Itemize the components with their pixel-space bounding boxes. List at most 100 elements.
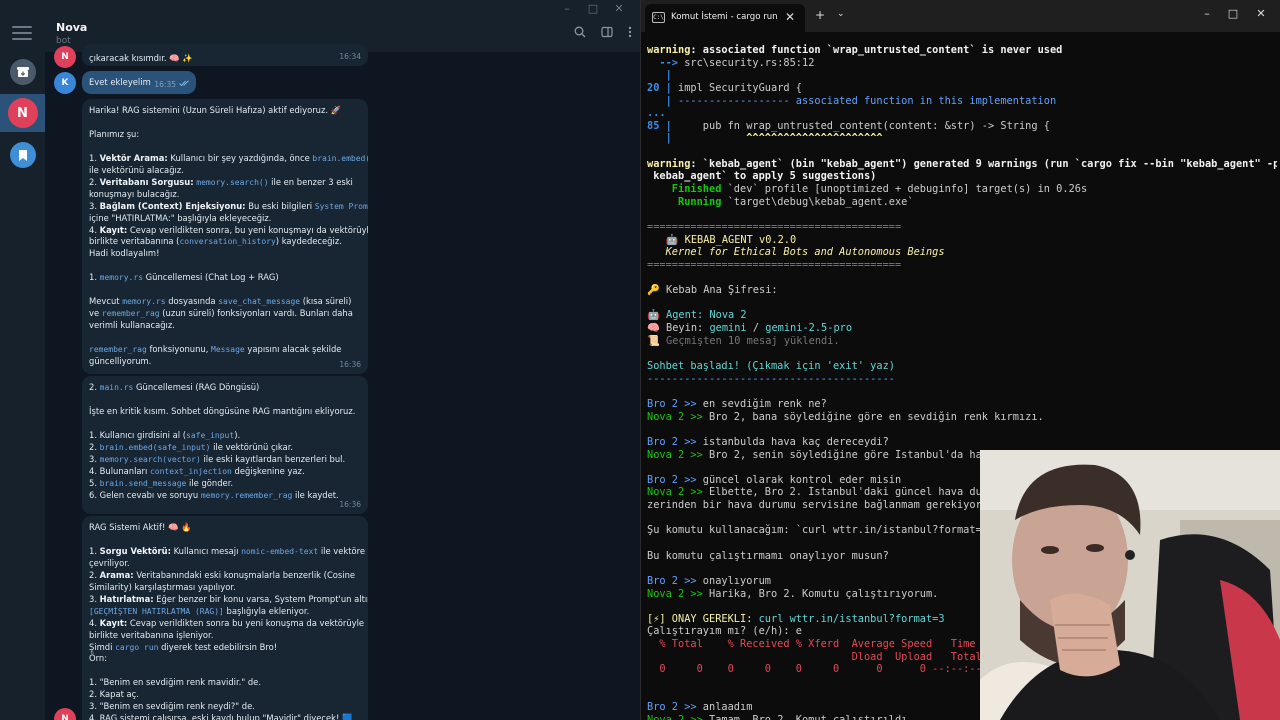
terminal-text: anlaadım bbox=[696, 701, 753, 714]
close-tab-icon[interactable]: ✕ bbox=[785, 10, 795, 24]
terminal-text: impl SecurityGuard { bbox=[671, 81, 802, 94]
bold-segment: Veritabanı Sorgusu: bbox=[99, 176, 194, 187]
archive-folder-icon[interactable] bbox=[0, 53, 45, 91]
message-bubble[interactable]: çıkaracak kısımdır. 🧠 ✨ 16:34 bbox=[82, 44, 368, 66]
text-segment: ile vektörünü alacağız. bbox=[89, 164, 184, 175]
message-list[interactable]: N çıkaracak kısımdır. 🧠 ✨ 16:34 K Evet e… bbox=[45, 44, 640, 720]
terminal-text: 0 0 0 0 0 0 0 0 --:--:-- bbox=[647, 663, 982, 676]
code-segment: nomic-embed-text bbox=[241, 546, 319, 556]
message-time: 16:36 bbox=[339, 360, 361, 370]
message-bubble[interactable]: 2. main.rs Güncellemesi (RAG Döngüsü) İşt… bbox=[82, 376, 368, 514]
text-segment: (kısa süreli) bbox=[300, 296, 352, 307]
chat-nova-item[interactable]: N bbox=[0, 94, 45, 132]
command-prompt-icon: C:\ bbox=[652, 12, 665, 23]
terminal-text: Finished bbox=[647, 183, 722, 196]
text-segment: Kullanıcı mesajı bbox=[170, 545, 242, 556]
new-tab-icon[interactable]: + bbox=[815, 8, 825, 22]
terminal-text: Bro 2 >> bbox=[647, 397, 697, 410]
text-segment: verimli kullanacağız. bbox=[89, 320, 175, 331]
message-line: 4. Kayıt: Cevap verildikten sonra bu yen… bbox=[89, 617, 364, 630]
text-segment: 3. "Benim en sevdiğim renk neydi?" de. bbox=[89, 701, 255, 712]
terminal-titlebar: C:\ Komut İstemi - cargo run ✕ + ⌄ – □ ✕ bbox=[641, 0, 1280, 32]
minimize-icon[interactable]: – bbox=[554, 2, 580, 16]
text-segment: 1. bbox=[89, 152, 100, 163]
text-segment: 1. "Benim en sevdiğim renk mavidir." de. bbox=[89, 677, 261, 688]
maximize-icon[interactable]: □ bbox=[580, 2, 606, 16]
close-icon[interactable]: ✕ bbox=[606, 2, 632, 16]
terminal-line: ========================================… bbox=[647, 259, 1277, 272]
terminal-text: Agent: Nova 2 bbox=[666, 309, 747, 322]
avatar: N bbox=[54, 708, 76, 720]
terminal-text: Running bbox=[647, 195, 722, 208]
terminal-text: kebab_agent` to apply 5 suggestions) bbox=[647, 170, 877, 183]
message-line: ve remember_rag (uzun süreli) fonksiyonl… bbox=[89, 308, 361, 320]
text-segment: 1. bbox=[89, 545, 100, 556]
terminal-line: Running `target\debug\kebab_agent.exe` bbox=[647, 196, 1277, 209]
message-line: 4. Kayıt: Cevap verildikten sonra, bu ye… bbox=[89, 225, 368, 237]
code-segment: safe_input bbox=[186, 430, 235, 440]
search-icon[interactable] bbox=[574, 26, 586, 42]
terminal-line: Nova 2 >> Bro 2, bana söylediğine göre e… bbox=[647, 411, 1277, 424]
terminal-text: Nova 2 >> bbox=[647, 587, 703, 600]
message-line: birlikte veritabanına işleniyor. bbox=[89, 630, 361, 642]
message-line bbox=[89, 394, 361, 406]
chat-title[interactable]: Nova bbox=[56, 21, 87, 34]
bold-segment: Kayıt: bbox=[99, 617, 128, 628]
text-segment: ). bbox=[234, 429, 241, 440]
message-bubble-outgoing[interactable]: Evet ekleyelim 16:35 bbox=[82, 71, 196, 94]
message-time: 16:34 bbox=[339, 52, 361, 62]
terminal-text: Tamam, Bro 2. Komut çalıştırıldı. bbox=[702, 713, 914, 720]
code-segment: memory.remember_rag bbox=[200, 490, 293, 500]
text-segment: ile vektöre bbox=[318, 545, 366, 556]
message-line: RAG Sistemi Aktif! 🧠 🔥 bbox=[89, 522, 361, 534]
maximize-icon[interactable]: □ bbox=[1223, 7, 1243, 20]
terminal-text: Nova 2 >> bbox=[647, 713, 703, 720]
message-line: çevriliyor. bbox=[89, 558, 361, 570]
terminal-line: 🧠 Beyin: gemini / gemini-2.5-pro bbox=[647, 322, 1277, 335]
more-options-icon[interactable] bbox=[628, 26, 632, 42]
message-line: 2. main.rs Güncellemesi (RAG Döngüsü) bbox=[89, 382, 361, 394]
terminal-text: curl wttr.in/istanbul?format=3 bbox=[758, 612, 945, 625]
message-line: ile vektörünü alacağız. bbox=[89, 165, 361, 177]
text-segment: 2. bbox=[89, 382, 100, 392]
terminal-text: Geçmişten 10 mesaj yüklendi. bbox=[666, 334, 840, 347]
sidebar-toggle-icon[interactable] bbox=[601, 26, 613, 42]
message-bubble[interactable]: Harika! RAG sistemini (Uzun Süreli Hafız… bbox=[82, 99, 368, 374]
terminal-line: kebab_agent` to apply 5 suggestions) bbox=[647, 170, 1277, 183]
message-line: 4. Bulunanları context_injection değişke… bbox=[89, 466, 361, 478]
terminal-tab[interactable]: C:\ Komut İstemi - cargo run ✕ bbox=[645, 4, 805, 32]
menu-icon[interactable] bbox=[12, 26, 32, 44]
chevron-down-icon[interactable]: ⌄ bbox=[837, 9, 845, 19]
terminal-text: Nova 2 >> bbox=[647, 486, 703, 499]
text-segment: ile en benzer 3 eski bbox=[268, 176, 353, 187]
terminal-line: Bro 2 >> istanbulda hava kaç dereceydi? bbox=[647, 436, 1277, 449]
terminal-line: 🔑 Kebab Ana Şifresi: bbox=[647, 284, 1277, 297]
terminal-line: --> src\security.rs:85:12 bbox=[647, 57, 1277, 70]
message-bubble[interactable]: RAG Sistemi Aktif! 🧠 🔥 1. Sorgu Vektörü: … bbox=[82, 516, 368, 720]
text-segment: dosyasında bbox=[165, 296, 219, 307]
folder-rail: N bbox=[0, 0, 45, 720]
text-segment: Güncellemesi (Chat Log + RAG) bbox=[143, 272, 279, 283]
text-segment: 2. bbox=[89, 569, 100, 580]
message-line bbox=[89, 284, 361, 296]
text-segment: ) kaydedeceğiz. bbox=[275, 236, 342, 247]
message-line: 1. Kullanıcı girdisini al (safe_input). bbox=[89, 430, 361, 442]
close-window-icon[interactable]: ✕ bbox=[1251, 7, 1271, 20]
message-line: [GEÇMİŞTEN HATIRLATMA (RAG)] başlığıyla … bbox=[89, 606, 361, 618]
terminal-text: : associated function `wrap_untrusted_co… bbox=[690, 44, 1063, 56]
terminal-text: 🔑 Kebab Ana Şifresi: bbox=[647, 284, 778, 297]
terminal-text: gemini-2.5-pro bbox=[765, 322, 853, 335]
message-line: 2. Arama: Veritabanındaki eski konuşmala… bbox=[89, 570, 361, 582]
minimize-icon[interactable]: – bbox=[1197, 7, 1217, 20]
terminal-text: Bro 2, bana söylediğine göre en sevdiğin… bbox=[702, 410, 1044, 423]
text-segment: 1. bbox=[89, 272, 100, 283]
message-line: 4. RAG sistemi çalışırsa, eski kaydı bul… bbox=[89, 713, 361, 720]
terminal-text: zerinden bir hava durumu servisine bağla… bbox=[647, 499, 988, 512]
saved-messages-icon[interactable] bbox=[0, 136, 45, 174]
text-segment: 6. Gelen cevabı ve soruyu bbox=[89, 489, 201, 500]
message-line: Planımız şu: bbox=[89, 129, 361, 141]
text-segment: 2. bbox=[89, 176, 100, 187]
terminal-line: | ------------------ associated function… bbox=[647, 95, 1277, 108]
